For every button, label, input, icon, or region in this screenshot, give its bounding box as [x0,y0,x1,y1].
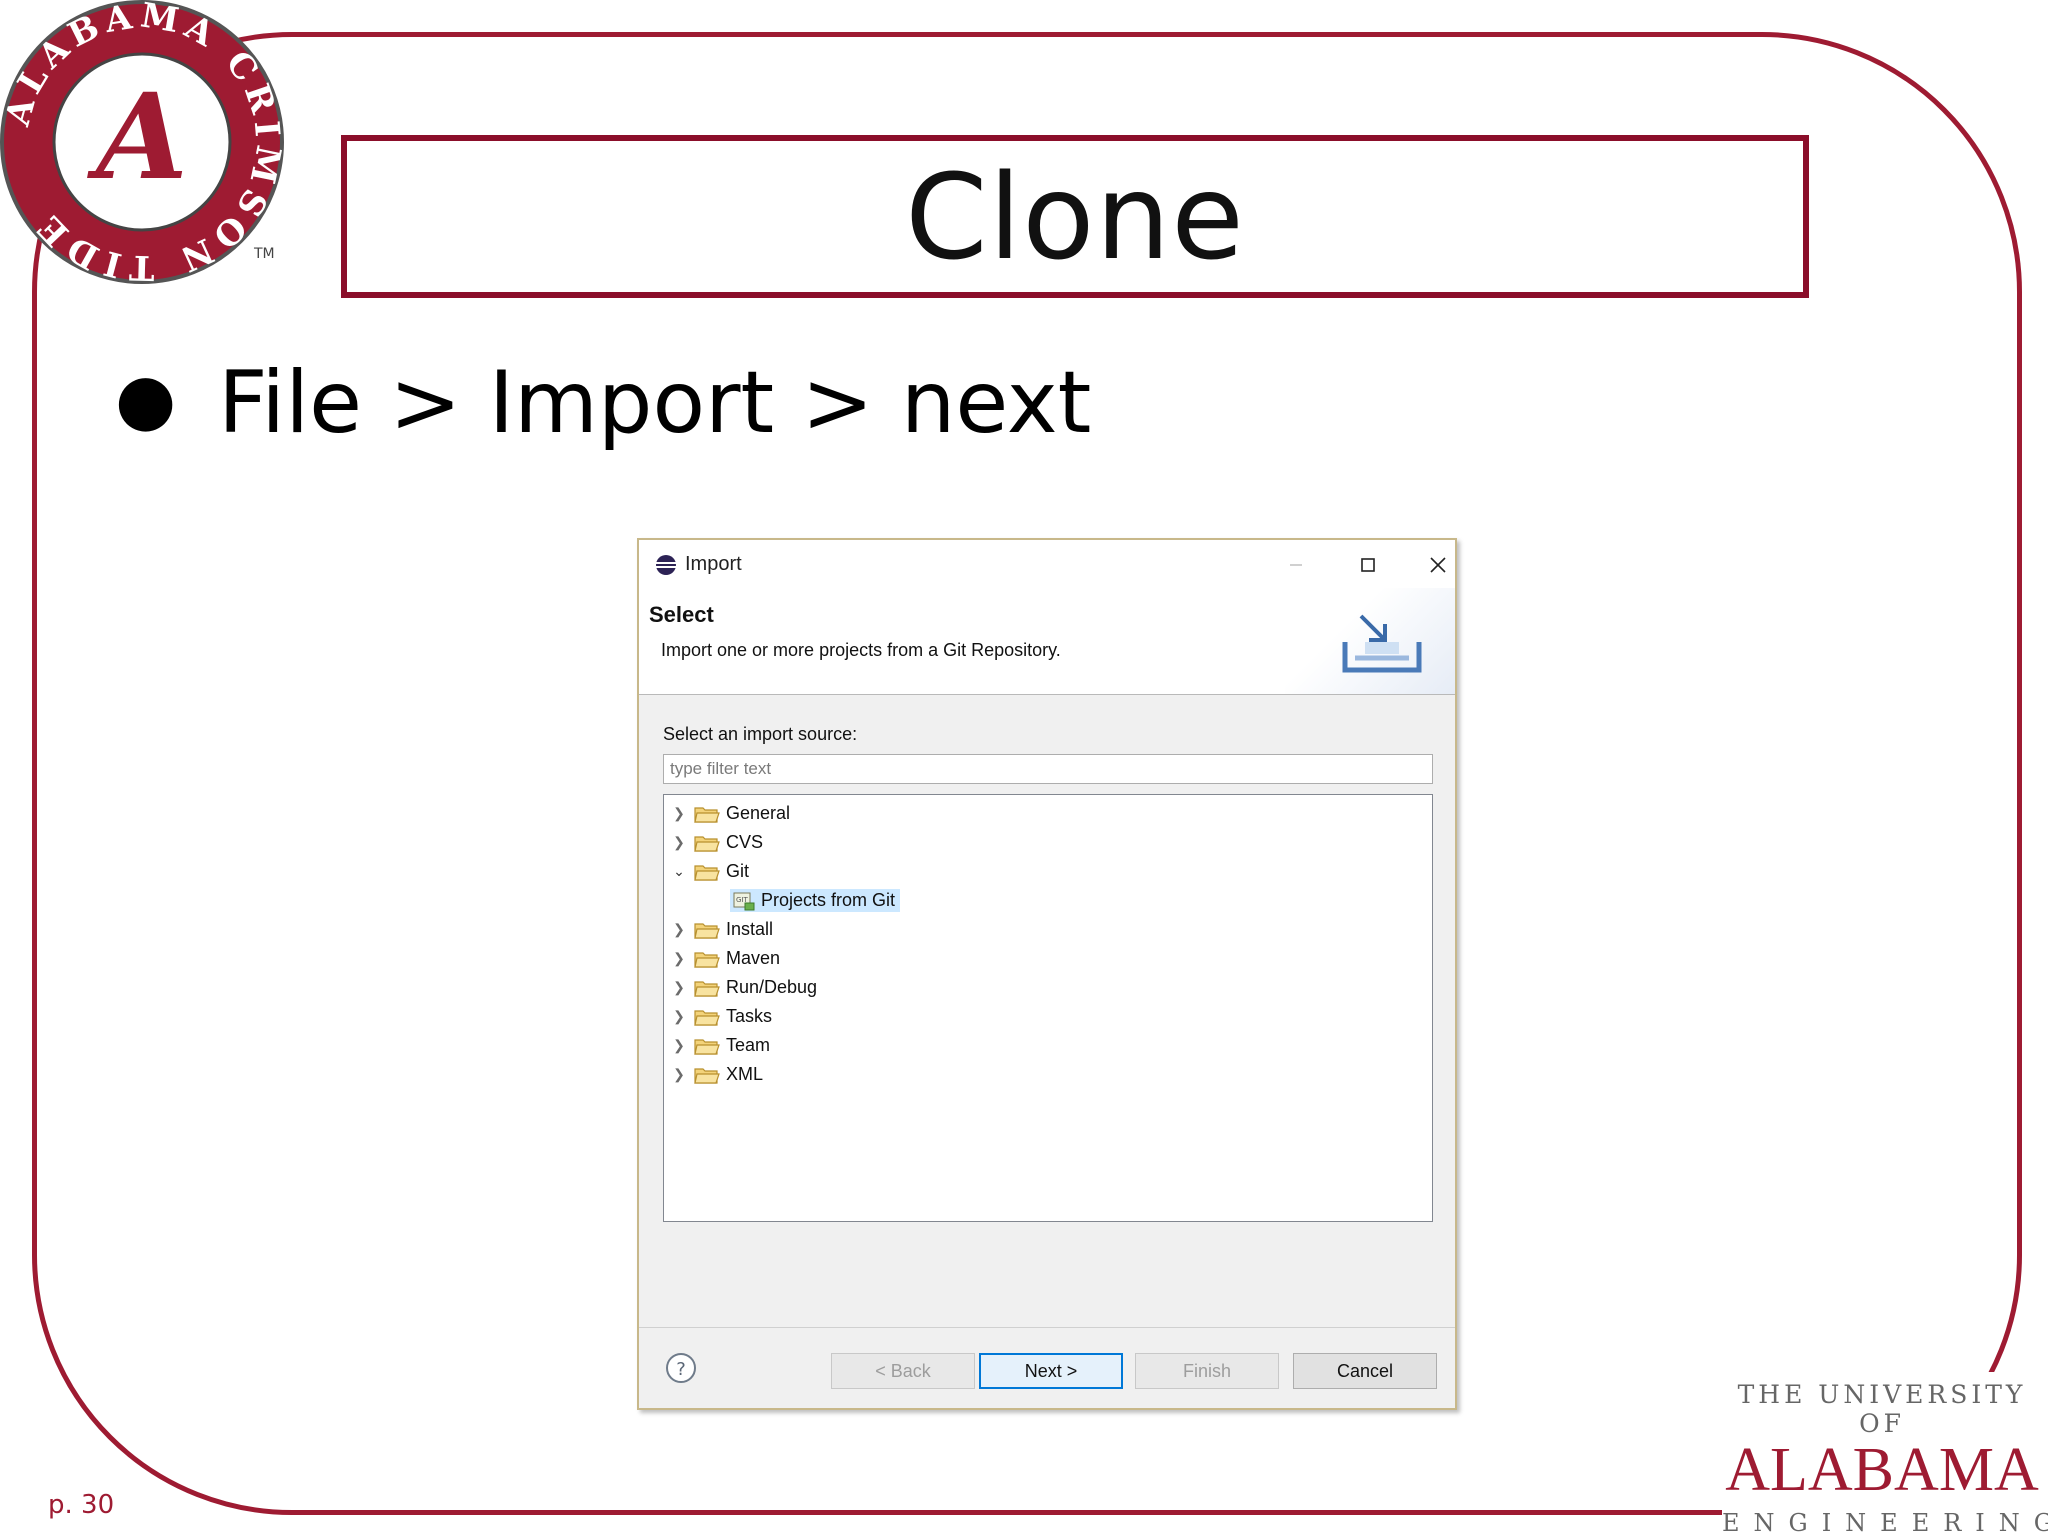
finish-button[interactable]: Finish [1135,1353,1279,1389]
import-source-tree[interactable]: ❯ General ❯ CVS ⌄ Git GIT Projects from … [663,794,1433,1222]
dialog-title: Import [685,553,742,575]
folder-icon [694,1038,720,1055]
close-icon [1430,557,1446,573]
chevron-right-icon[interactable]: ❯ [672,1066,686,1082]
folder-icon [694,951,720,968]
tree-item-maven[interactable]: ❯ Maven [664,944,1432,973]
bullet-item: ● File > Import > next [115,360,1091,446]
bullet-text: File > Import > next [218,353,1092,453]
tree-item-general[interactable]: ❯ General [664,799,1432,828]
tree-item-label: Maven [726,948,781,968]
tree-item-git[interactable]: ⌄ Git [664,857,1432,886]
cancel-button[interactable]: Cancel [1293,1353,1437,1389]
chevron-right-icon[interactable]: ❯ [672,1008,686,1024]
button-bar-separator [639,1327,1455,1328]
tree-item-team[interactable]: ❯ Team [664,1031,1432,1060]
back-button[interactable]: < Back [831,1353,975,1389]
tree-item-install[interactable]: ❯ Install [664,915,1432,944]
tree-item-label: General [726,803,791,823]
folder-icon [694,980,720,997]
chevron-right-icon[interactable]: ❯ [672,1037,686,1053]
folder-icon [694,806,720,823]
chevron-right-icon[interactable]: ❯ [672,979,686,995]
chevron-right-icon[interactable]: ❯ [672,834,686,850]
branding-line-3: ENGINEERING [1722,1509,2048,1537]
git-project-icon: GIT [733,892,755,910]
tree-item-label: CVS [726,832,764,852]
close-button[interactable] [1415,550,1461,580]
tree-item-label: Tasks [726,1006,773,1026]
folder-icon [694,1067,720,1084]
wizard-header: Select Import one or more projects from … [639,588,1455,695]
wizard-page-title: Select [649,602,714,627]
help-icon[interactable]: ? [665,1352,697,1384]
chevron-right-icon[interactable]: ❯ [672,921,686,937]
tree-item-label: Run/Debug [726,977,818,997]
svg-text:?: ? [676,1359,686,1380]
slide-title: Clone [905,147,1245,286]
folder-open-icon [694,864,720,881]
tree-item-label: XML [726,1064,764,1084]
crimson-tide-logo: ALABAMA CRIMSON TIDE A TM [0,0,290,290]
tree-item-cvs[interactable]: ❯ CVS [664,828,1432,857]
slide-title-box: Clone [341,135,1809,298]
filter-input[interactable] [663,754,1433,784]
university-branding: THE UNIVERSITY OF ALABAMA ENGINEERING [1722,1372,2048,1537]
import-source-label: Select an import source: [663,724,858,744]
tree-item-label: Team [726,1035,771,1055]
tree-item-label: Projects from Git [761,890,896,910]
import-wizard-icon [1342,614,1422,673]
logo-trademark: TM [253,246,275,262]
bullet-dot: ● [115,358,177,440]
chevron-right-icon[interactable]: ❯ [672,805,686,821]
tree-item-projects-from-git[interactable]: GIT Projects from Git [664,886,1432,915]
folder-icon [694,1009,720,1026]
dialog-titlebar[interactable]: Import [639,540,1455,588]
minimize-icon [1290,564,1302,566]
tree-item-xml[interactable]: ❯ XML [664,1060,1432,1089]
minimize-button[interactable] [1273,550,1319,580]
folder-icon [694,922,720,939]
next-button[interactable]: Next > [979,1353,1123,1389]
maximize-button[interactable] [1345,550,1391,580]
tree-item-label: Install [726,919,774,939]
eclipse-icon [656,555,676,575]
tree-item-tasks[interactable]: ❯ Tasks [664,1002,1432,1031]
tree-item-run-debug[interactable]: ❯ Run/Debug [664,973,1432,1002]
chevron-down-icon[interactable]: ⌄ [672,863,686,879]
folder-icon [694,835,720,852]
tree-item-label: Git [726,861,750,881]
maximize-icon [1361,558,1375,572]
chevron-right-icon[interactable]: ❯ [672,950,686,966]
branding-line-2: ALABAMA [1725,1436,2039,1504]
import-dialog: Import Select Import one or more project… [637,538,1457,1410]
tree-selection[interactable]: GIT Projects from Git [730,889,901,912]
branding-line-1: THE UNIVERSITY OF [1737,1380,2027,1438]
logo-letter: A [86,67,188,206]
page-number: p. 30 [48,1490,115,1520]
wizard-page-description: Import one or more projects from a Git R… [661,640,1061,660]
